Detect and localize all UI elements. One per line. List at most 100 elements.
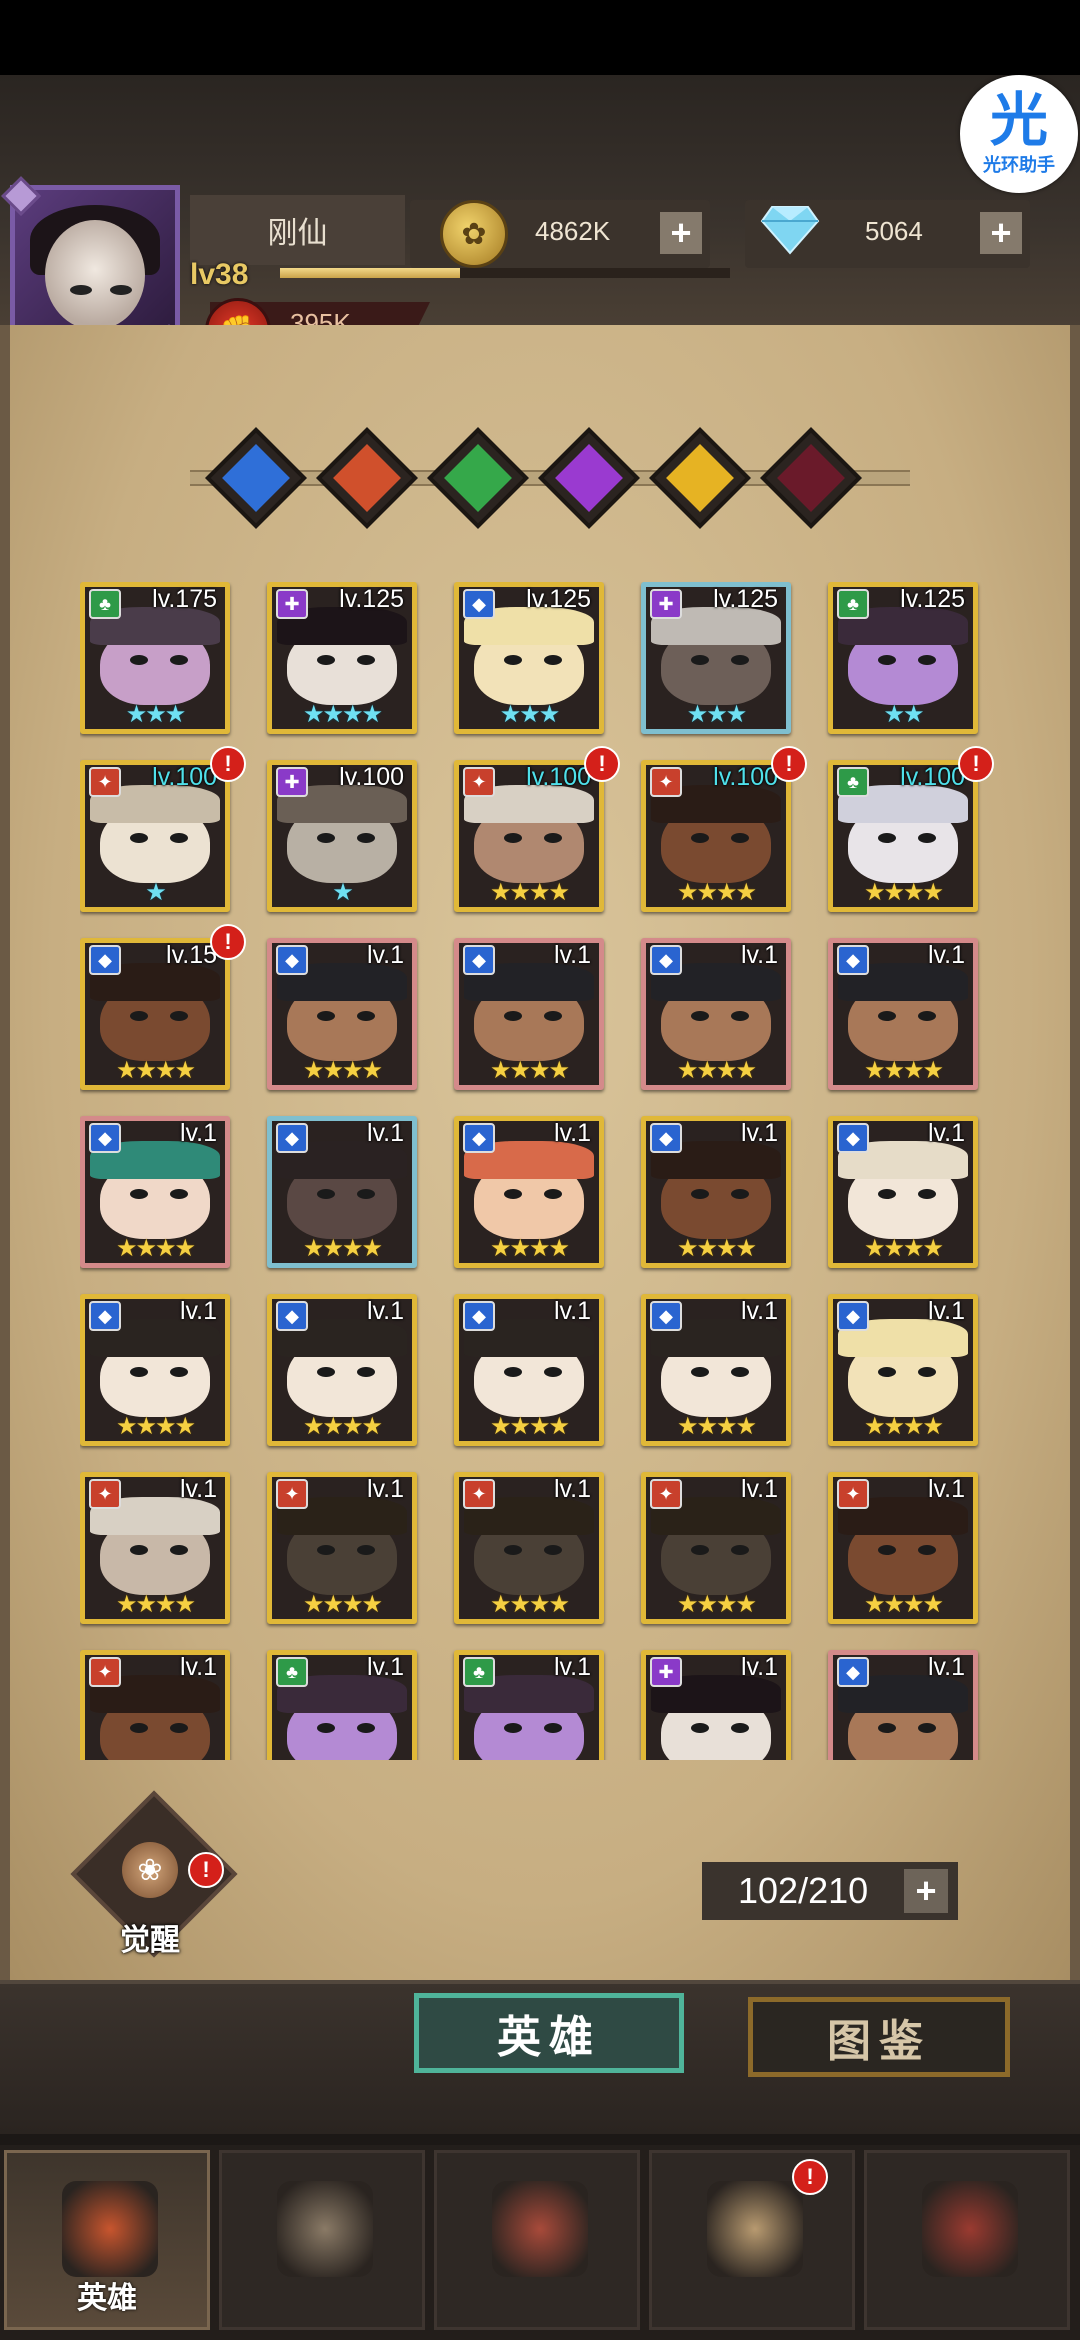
faction-filter-bar [170, 427, 930, 529]
nav-heroes[interactable]: 英雄 [4, 2150, 210, 2330]
expand-slots-button[interactable]: + [904, 1869, 948, 1913]
hero-level: lv.1 [179, 1119, 217, 1147]
hero-card[interactable]: ◆ lv.1 ★★★★ [828, 938, 978, 1090]
hero-card[interactable]: ✚ lv.125 ★★★★ [267, 582, 417, 734]
hero-card[interactable]: ✚ lv.1 [641, 1650, 791, 1760]
filter-purple-icon[interactable] [538, 427, 640, 529]
hero-card[interactable]: ✦ lv.100 ★★★★ [454, 760, 604, 912]
hero-level: lv.125 [900, 585, 965, 613]
hero-level: lv.1 [927, 941, 965, 969]
awaken-label: 觉醒 [120, 1924, 180, 1957]
hero-portrait [272, 1497, 412, 1595]
hero-card[interactable]: ♣ lv.125 ★★ [828, 582, 978, 734]
red-class-icon: ✦ [650, 1479, 682, 1509]
hero-portrait [85, 785, 225, 883]
hero-card[interactable]: ◆ lv.1 ★★★★ [828, 1294, 978, 1446]
hero-card[interactable]: ◆ lv.1 ★★★★ [80, 1294, 230, 1446]
filter-crimson-icon[interactable] [760, 427, 862, 529]
hero-portrait [646, 785, 786, 883]
hero-level: lv.1 [366, 941, 404, 969]
hero-stars: ★★★★ [863, 1057, 944, 1084]
hero-portrait [646, 963, 786, 1061]
hero-card[interactable]: ✦ lv.1 ★★★★ [641, 1472, 791, 1624]
add-diamond-button[interactable]: + [980, 212, 1022, 254]
hero-stars: ★★★★ [115, 1057, 196, 1084]
hero-portrait [833, 1497, 973, 1595]
hero-portrait [833, 963, 973, 1061]
hero-card[interactable]: ♣ lv.1 [454, 1650, 604, 1760]
red-class-icon: ✦ [837, 1479, 869, 1509]
hero-card[interactable]: ✦ lv.1 ★★★★ [454, 1472, 604, 1624]
hero-card[interactable]: ◆ lv.1 [828, 1650, 978, 1760]
nav-battle[interactable] [434, 2150, 640, 2330]
hero-count-value: 102/210 [738, 1870, 869, 1911]
hero-card[interactable]: ✦ lv.100 ★ [80, 760, 230, 912]
hero-portrait [85, 1497, 225, 1595]
blue-class-icon: ◆ [463, 945, 495, 975]
hero-portrait [85, 607, 225, 705]
hero-card[interactable]: ◆ lv.1 ★★★★ [641, 1294, 791, 1446]
blue-class-icon: ◆ [276, 945, 308, 975]
hero-card[interactable]: ◆ lv.1 ★★★★ [80, 1116, 230, 1268]
hero-card[interactable]: ✦ lv.1 ★★★★ [828, 1472, 978, 1624]
hero-level: lv.1 [927, 1297, 965, 1325]
hero-stars: ★★ [883, 701, 924, 728]
hero-stars: ★★★★ [863, 1413, 944, 1440]
filter-green-icon[interactable] [427, 427, 529, 529]
hero-level: lv.125 [713, 585, 778, 613]
hero-card[interactable]: ✚ lv.100 ★ [267, 760, 417, 912]
hero-level: lv.1 [927, 1119, 965, 1147]
hero-level: lv.1 [740, 1297, 778, 1325]
hero-level: lv.1 [553, 1475, 591, 1503]
hero-card[interactable]: ✦ lv.1 [80, 1650, 230, 1760]
hero-portrait [459, 607, 599, 705]
hero-portrait [646, 1497, 786, 1595]
hero-count: 102/210 + [702, 1862, 958, 1920]
hero-stars: ★★★★ [302, 1057, 383, 1084]
tab-heroes[interactable]: 英雄 [414, 1993, 684, 2073]
nav-castle[interactable]: ! [649, 2150, 855, 2330]
filter-red-icon[interactable] [316, 427, 418, 529]
filter-yellow-icon[interactable] [649, 427, 751, 529]
hero-card[interactable]: ◆ lv.1 ★★★★ [454, 938, 604, 1090]
hero-portrait [833, 607, 973, 705]
hero-card[interactable]: ◆ lv.1 ★★★★ [267, 938, 417, 1090]
hero-card[interactable]: ✦ lv.100 ★★★★ [641, 760, 791, 912]
hero-stars: ★★★★ [302, 1413, 383, 1440]
hero-card[interactable]: ♣ lv.175 ★★★ [80, 582, 230, 734]
tab-codex[interactable]: 图鉴 [748, 1997, 1010, 2077]
hero-card[interactable]: ♣ lv.1 [267, 1650, 417, 1760]
filter-blue-icon[interactable] [205, 427, 307, 529]
hero-card[interactable]: ◆ lv.1 ★★★★ [454, 1294, 604, 1446]
hero-level: lv.125 [339, 585, 404, 613]
hero-portrait [459, 1675, 599, 1760]
hero-card[interactable]: ♣ lv.100 ★★★★ [828, 760, 978, 912]
hero-stars: ★★★★ [302, 701, 383, 728]
gold-value: 4862K [535, 216, 611, 246]
hero-card[interactable]: ◆ lv.1 ★★★★ [641, 1116, 791, 1268]
hero-card[interactable]: ✚ lv.125 ★★★ [641, 582, 791, 734]
hero-card[interactable]: ◆ lv.15 ★★★★ [80, 938, 230, 1090]
hero-card[interactable]: ◆ lv.1 ★★★★ [828, 1116, 978, 1268]
nav-adventure[interactable] [219, 2150, 425, 2330]
hero-level: lv.1 [366, 1119, 404, 1147]
hero-level: lv.1 [740, 1119, 778, 1147]
hero-card[interactable]: ✦ lv.1 ★★★★ [267, 1472, 417, 1624]
assistant-badge[interactable]: 光 光环助手 [960, 75, 1078, 193]
hero-portrait [833, 1141, 973, 1239]
hero-stars: ★★★★ [489, 1591, 570, 1618]
hero-card[interactable]: ◆ lv.1 ★★★★ [267, 1294, 417, 1446]
purple-class-icon: ✚ [276, 589, 308, 619]
hero-card[interactable]: ◆ lv.125 ★★★ [454, 582, 604, 734]
hero-stars: ★★★★ [676, 879, 757, 906]
nav-guild[interactable] [864, 2150, 1070, 2330]
nav-castle-icon [707, 2181, 803, 2277]
add-gold-button[interactable]: + [660, 212, 702, 254]
hero-card[interactable]: ◆ lv.1 ★★★★ [641, 938, 791, 1090]
blue-class-icon: ◆ [89, 1123, 121, 1153]
hero-stars: ★★★★ [489, 1413, 570, 1440]
hero-portrait [272, 1141, 412, 1239]
hero-card[interactable]: ◆ lv.1 ★★★★ [267, 1116, 417, 1268]
hero-card[interactable]: ✦ lv.1 ★★★★ [80, 1472, 230, 1624]
hero-card[interactable]: ◆ lv.1 ★★★★ [454, 1116, 604, 1268]
